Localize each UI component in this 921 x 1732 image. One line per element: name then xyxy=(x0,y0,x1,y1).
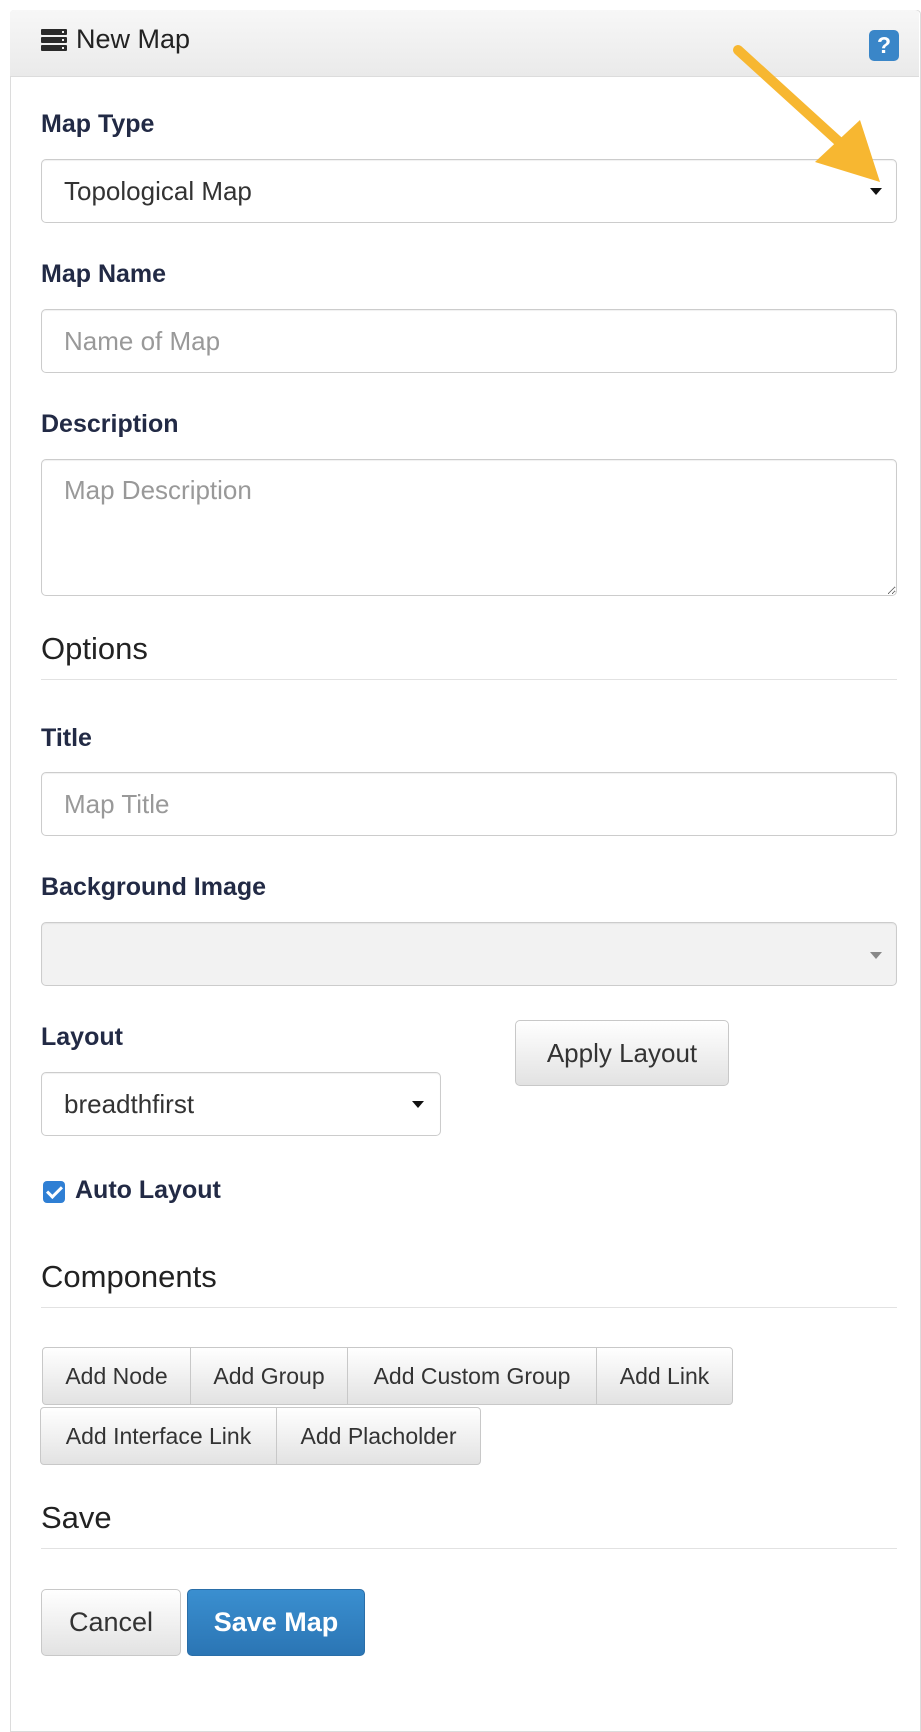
map-title-input[interactable] xyxy=(41,772,897,836)
map-name-input[interactable] xyxy=(41,309,897,373)
apply-layout-button[interactable]: Apply Layout xyxy=(515,1020,729,1086)
panel-title: New Map xyxy=(76,24,191,54)
add-group-button[interactable]: Add Group xyxy=(190,1347,348,1405)
description-textarea[interactable] xyxy=(41,459,897,596)
auto-layout-label: Auto Layout xyxy=(75,1176,221,1204)
add-placeholder-button[interactable]: Add Placholder xyxy=(276,1407,481,1465)
annotation-arrow-icon xyxy=(733,45,880,182)
add-interface-link-button[interactable]: Add Interface Link xyxy=(40,1407,277,1465)
map-type-label: Map Type xyxy=(41,110,155,138)
arrow-shaft xyxy=(733,45,853,155)
chevron-down-icon xyxy=(870,952,882,959)
map-name-label: Map Name xyxy=(41,260,167,288)
layout-label: Layout xyxy=(41,1023,123,1051)
save-map-button[interactable]: Save Map xyxy=(187,1589,365,1656)
cancel-button[interactable]: Cancel xyxy=(41,1589,181,1656)
description-label: Description xyxy=(41,410,179,438)
background-image-select[interactable] xyxy=(41,922,897,986)
add-link-button[interactable]: Add Link xyxy=(596,1347,733,1405)
map-list-icon xyxy=(41,29,67,52)
background-image-label: Background Image xyxy=(41,873,267,901)
auto-layout-checkbox[interactable] xyxy=(43,1181,65,1203)
title-label: Title xyxy=(41,724,92,752)
map-type-value: Topological Map xyxy=(64,176,252,206)
options-heading: Options xyxy=(41,631,897,680)
layout-value: breadthfirst xyxy=(64,1089,195,1119)
save-heading: Save xyxy=(41,1500,897,1549)
components-heading: Components xyxy=(41,1259,897,1308)
add-node-button[interactable]: Add Node xyxy=(42,1347,191,1405)
add-custom-group-button[interactable]: Add Custom Group xyxy=(347,1347,597,1405)
chevron-down-icon xyxy=(412,1101,424,1108)
layout-select[interactable]: breadthfirst xyxy=(41,1072,441,1136)
